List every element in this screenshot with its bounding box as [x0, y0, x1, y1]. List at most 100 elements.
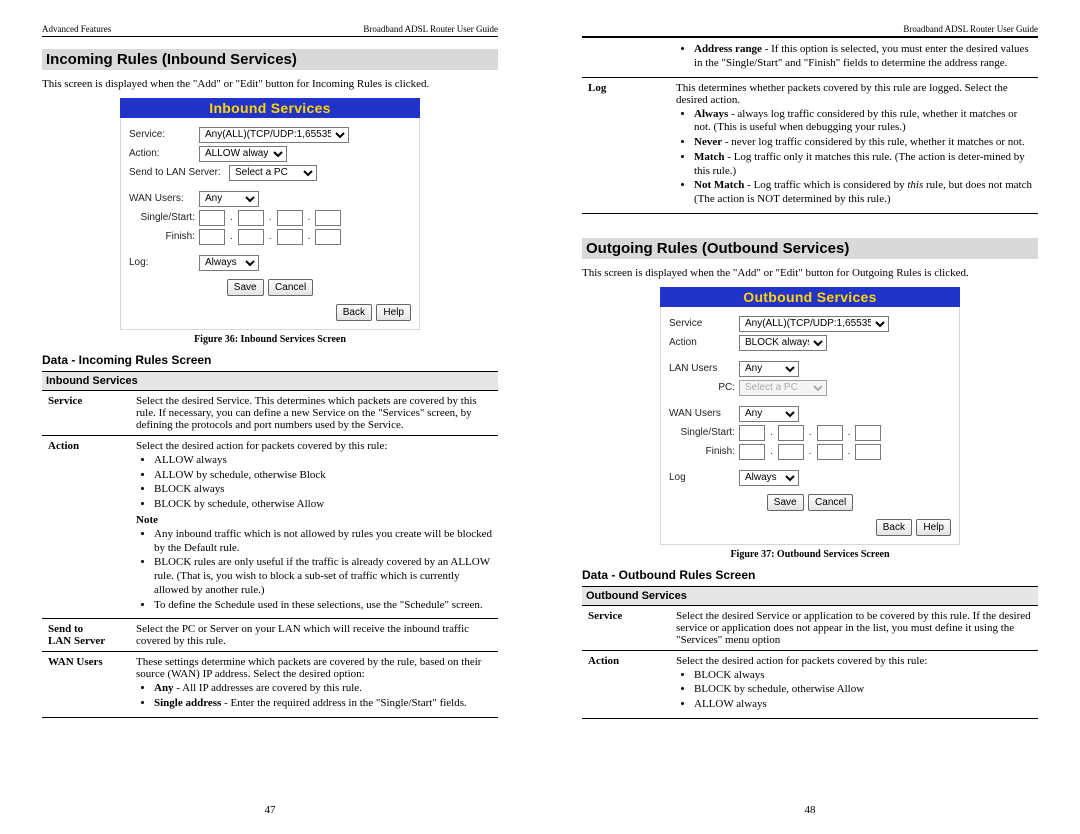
- start-ip-2[interactable]: [238, 210, 264, 226]
- single-start-label: Single/Start:: [129, 212, 195, 223]
- list-item: BLOCK always: [154, 483, 492, 497]
- wan-users-label: WAN Users: [669, 408, 735, 419]
- finish-ip-2[interactable]: [238, 229, 264, 245]
- action-label: Action:: [129, 148, 195, 159]
- single-start-label: Single/Start:: [669, 427, 735, 438]
- figure-caption: Figure 36: Inbound Services Screen: [42, 334, 498, 345]
- table-row: Send toLAN Server Select the PC or Serve…: [42, 619, 498, 652]
- row-content: Select the desired action for packets co…: [130, 435, 498, 619]
- start-ip-1[interactable]: [739, 425, 765, 441]
- list-item: ALLOW always: [154, 454, 492, 468]
- log-select[interactable]: Always: [739, 470, 799, 486]
- panel-title: Inbound Services: [120, 98, 420, 118]
- wan-users-select[interactable]: Any: [739, 406, 799, 422]
- figure-caption: Figure 37: Outbound Services Screen: [582, 549, 1038, 560]
- header-left: Advanced Features: [42, 24, 111, 34]
- row-label: Action: [42, 435, 130, 619]
- row-content: This determines whether packets covered …: [670, 77, 1038, 213]
- pc-select: Select a PC: [739, 380, 827, 396]
- table-row: Service Select the desired Service or ap…: [582, 605, 1038, 650]
- row-label: Log: [582, 77, 670, 213]
- table-row: Action Select the desired action for pac…: [582, 650, 1038, 718]
- help-button[interactable]: Help: [376, 304, 411, 321]
- finish-label: Finish:: [129, 231, 195, 242]
- list-item: Any inbound traffic which is not allowed…: [154, 528, 492, 556]
- help-button[interactable]: Help: [916, 519, 951, 536]
- section-intro: This screen is displayed when the "Add" …: [42, 78, 498, 92]
- row-content: These settings determine which packets a…: [130, 652, 498, 718]
- panel-title: Outbound Services: [660, 287, 960, 307]
- start-ip-4[interactable]: [855, 425, 881, 441]
- header-right: Broadband ADSL Router User Guide: [903, 24, 1038, 34]
- row-label: Action: [582, 650, 670, 718]
- page-header: Advanced Features Broadband ADSL Router …: [42, 24, 498, 37]
- list-item: Single address - Enter the required addr…: [154, 697, 492, 711]
- outbound-services-panel: Outbound Services Service Any(ALL)(TCP/U…: [660, 287, 960, 545]
- finish-ip-3[interactable]: [817, 444, 843, 460]
- cancel-button[interactable]: Cancel: [268, 279, 313, 296]
- cancel-button[interactable]: Cancel: [808, 494, 853, 511]
- list-item: BLOCK by schedule, otherwise Allow: [694, 683, 1032, 697]
- start-ip-3[interactable]: [817, 425, 843, 441]
- pc-label: PC:: [669, 382, 735, 393]
- section-heading-inbound: Incoming Rules (Inbound Services): [42, 49, 498, 70]
- finish-ip-2[interactable]: [778, 444, 804, 460]
- row-text: Select the desired Service. This determi…: [130, 390, 498, 435]
- page-right: Broadband ADSL Router User Guide Address…: [540, 0, 1080, 834]
- back-button[interactable]: Back: [336, 304, 372, 321]
- send-to-select[interactable]: Select a PC: [229, 165, 317, 181]
- finish-ip-1[interactable]: [199, 229, 225, 245]
- start-ip-2[interactable]: [778, 425, 804, 441]
- list-item: Address range - If this option is select…: [694, 43, 1032, 71]
- table-row: Address range - If this option is select…: [582, 38, 1038, 78]
- action-select[interactable]: ALLOW always: [199, 146, 287, 162]
- action-select[interactable]: BLOCK always: [739, 335, 827, 351]
- list-item: ALLOW by schedule, otherwise Block: [154, 469, 492, 483]
- wan-users-select[interactable]: Any: [199, 191, 259, 207]
- log-label: Log: [669, 472, 735, 483]
- inbound-services-panel: Inbound Services Service: Any(ALL)(TCP/U…: [120, 98, 420, 330]
- service-select[interactable]: Any(ALL)(TCP/UDP:1,65535): [739, 316, 889, 332]
- list-item: ALLOW always: [694, 698, 1032, 712]
- list-item: BLOCK rules are only useful if the traff…: [154, 556, 492, 597]
- section-intro: This screen is displayed when the "Add" …: [582, 267, 1038, 281]
- table-row: Log This determines whether packets cove…: [582, 77, 1038, 213]
- row-content: Select the desired action for packets co…: [670, 650, 1038, 718]
- page-number: 47: [0, 804, 540, 816]
- finish-ip-3[interactable]: [277, 229, 303, 245]
- start-ip-3[interactable]: [277, 210, 303, 226]
- lan-users-select[interactable]: Any: [739, 361, 799, 377]
- outbound-rules-table: Outbound Services Service Select the des…: [582, 586, 1038, 719]
- save-button[interactable]: Save: [227, 279, 264, 296]
- service-label: Service: [669, 318, 735, 329]
- finish-ip-4[interactable]: [855, 444, 881, 460]
- service-label: Service:: [129, 129, 195, 140]
- table-header: Inbound Services: [42, 371, 498, 390]
- data-heading: Data - Outbound Rules Screen: [582, 568, 1038, 582]
- list-item: Match - Log traffic only it matches this…: [694, 151, 1032, 179]
- service-select[interactable]: Any(ALL)(TCP/UDP:1,65535): [199, 127, 349, 143]
- data-heading: Data - Incoming Rules Screen: [42, 353, 498, 367]
- list-item: Always - always log traffic considered b…: [694, 108, 1032, 136]
- inbound-rules-table: Inbound Services Service Select the desi…: [42, 371, 498, 718]
- finish-ip-1[interactable]: [739, 444, 765, 460]
- log-select[interactable]: Always: [199, 255, 259, 271]
- row-text: Select the PC or Server on your LAN whic…: [130, 619, 498, 652]
- header-right: Broadband ADSL Router User Guide: [363, 24, 498, 34]
- finish-ip-4[interactable]: [315, 229, 341, 245]
- send-to-label: Send to LAN Server:: [129, 167, 225, 178]
- table-row: Action Select the desired action for pac…: [42, 435, 498, 619]
- back-button[interactable]: Back: [876, 519, 912, 536]
- start-ip-4[interactable]: [315, 210, 341, 226]
- section-heading-outbound: Outgoing Rules (Outbound Services): [582, 238, 1038, 259]
- row-content: Address range - If this option is select…: [670, 38, 1038, 78]
- finish-label: Finish:: [669, 446, 735, 457]
- table-header: Outbound Services: [582, 586, 1038, 605]
- row-label: Service: [582, 605, 670, 650]
- save-button[interactable]: Save: [767, 494, 804, 511]
- row-label: WAN Users: [42, 652, 130, 718]
- list-item: BLOCK by schedule, otherwise Allow: [154, 498, 492, 512]
- note-label: Note: [136, 514, 158, 526]
- log-label: Log:: [129, 257, 195, 268]
- start-ip-1[interactable]: [199, 210, 225, 226]
